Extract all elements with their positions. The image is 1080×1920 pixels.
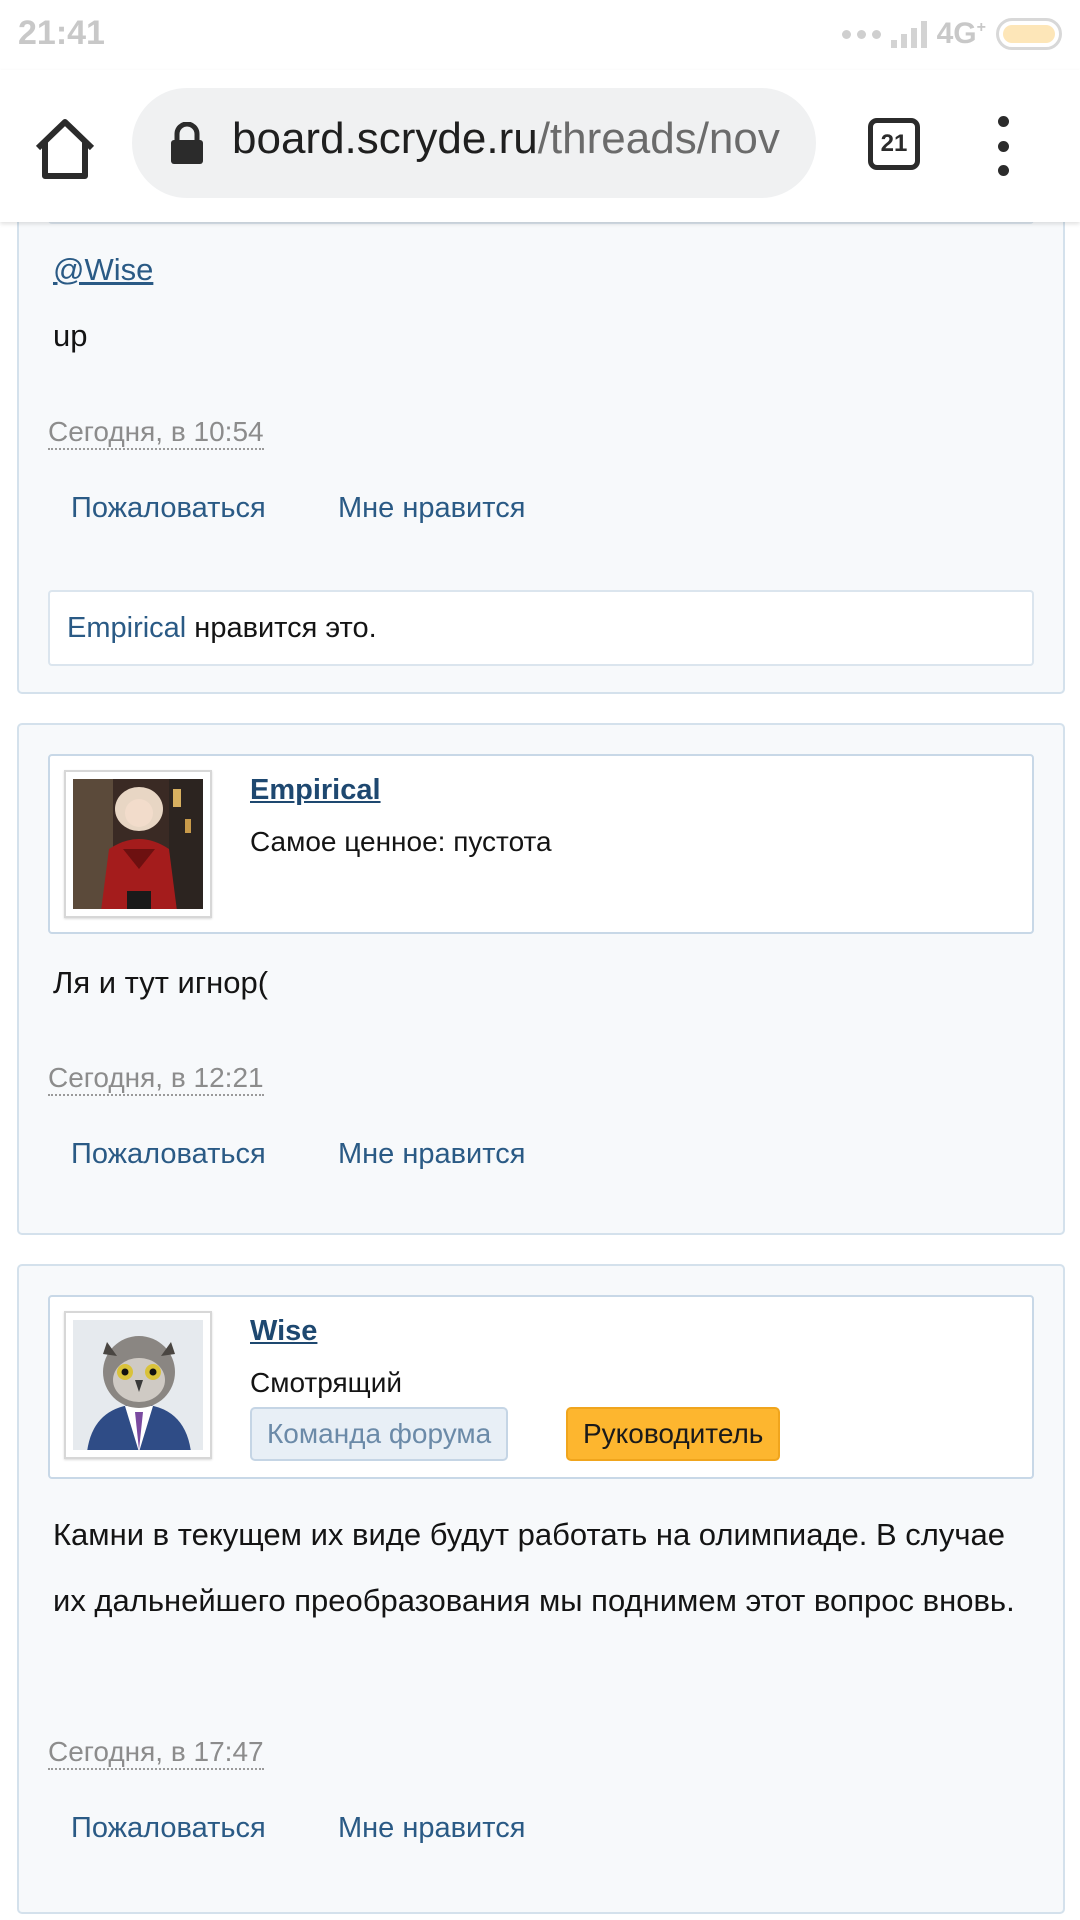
author-name-link[interactable]: Wise — [250, 1315, 317, 1348]
post-date[interactable]: Сегодня, в 12:21 — [48, 1062, 264, 1096]
author-title: Самое ценное: пустота — [250, 826, 552, 857]
post-text: Камни в текущем их виде будут работать н… — [53, 1517, 1015, 1618]
likes-summary: Empirical нравится это. — [48, 590, 1034, 666]
post-1: @Wise up Сегодня, в 10:54 Пожаловаться М… — [17, 150, 1065, 694]
signal-strength-icon — [890, 20, 927, 48]
author-box: Empirical Самое ценное: пустота — [48, 754, 1034, 934]
badge-forum-team: Команда форума — [250, 1407, 509, 1461]
more-vert-icon[interactable] — [990, 116, 1016, 176]
likes-suffix: нравится это. — [186, 612, 377, 644]
like-button[interactable]: Мне нравится — [338, 1812, 525, 1845]
post-date[interactable]: Сегодня, в 17:47 — [48, 1736, 264, 1770]
address-bar[interactable]: board.scryde.ru/threads/nov — [132, 88, 816, 198]
report-button[interactable]: Пожаловаться — [71, 1812, 266, 1845]
notification-dots-icon — [841, 29, 881, 39]
avatar[interactable] — [64, 770, 212, 918]
status-time: 21:41 — [18, 14, 105, 52]
likes-user-link[interactable]: Empirical — [67, 612, 186, 644]
tab-switcher-icon[interactable]: 21 — [868, 118, 920, 170]
thread-content: @Wise up Сегодня, в 10:54 Пожаловаться М… — [0, 0, 1080, 1920]
home-icon[interactable] — [30, 116, 100, 182]
battery-icon — [996, 18, 1062, 50]
url-host: board.scryde.ru — [232, 114, 538, 163]
lock-icon — [168, 121, 206, 166]
post-text: Ля и тут игнор( — [53, 965, 269, 1000]
status-bar: 21:41 4G+ — [0, 0, 1080, 70]
like-button[interactable]: Мне нравится — [338, 492, 525, 525]
post-2: Empirical Самое ценное: пустота Ля и тут… — [17, 723, 1065, 1235]
post-date[interactable]: Сегодня, в 10:54 — [48, 416, 264, 450]
avatar[interactable] — [64, 1311, 212, 1459]
author-box: Wise Смотрящий Команда форума Руководите… — [48, 1295, 1034, 1479]
like-button[interactable]: Мне нравится — [338, 1138, 525, 1171]
avatar-image-owl — [73, 1320, 203, 1450]
report-button[interactable]: Пожаловаться — [71, 492, 266, 525]
author-title: Смотрящий — [250, 1367, 402, 1398]
status-icons: 4G+ — [841, 16, 1062, 52]
avatar-image-empirical — [73, 779, 203, 909]
badge-leader: Руководитель — [566, 1407, 781, 1461]
url-text: board.scryde.ru/threads/nov — [232, 114, 780, 164]
report-button[interactable]: Пожаловаться — [71, 1138, 266, 1171]
post-3: Wise Смотрящий Команда форума Руководите… — [17, 1264, 1065, 1914]
author-name-link[interactable]: Empirical — [250, 774, 381, 807]
network-type-label: 4G+ — [936, 17, 986, 50]
url-path: /threads/nov — [537, 114, 780, 163]
post-text: up — [53, 318, 88, 353]
post-mention[interactable]: @Wise — [53, 252, 153, 288]
browser-toolbar: board.scryde.ru/threads/nov 21 — [0, 70, 1080, 222]
